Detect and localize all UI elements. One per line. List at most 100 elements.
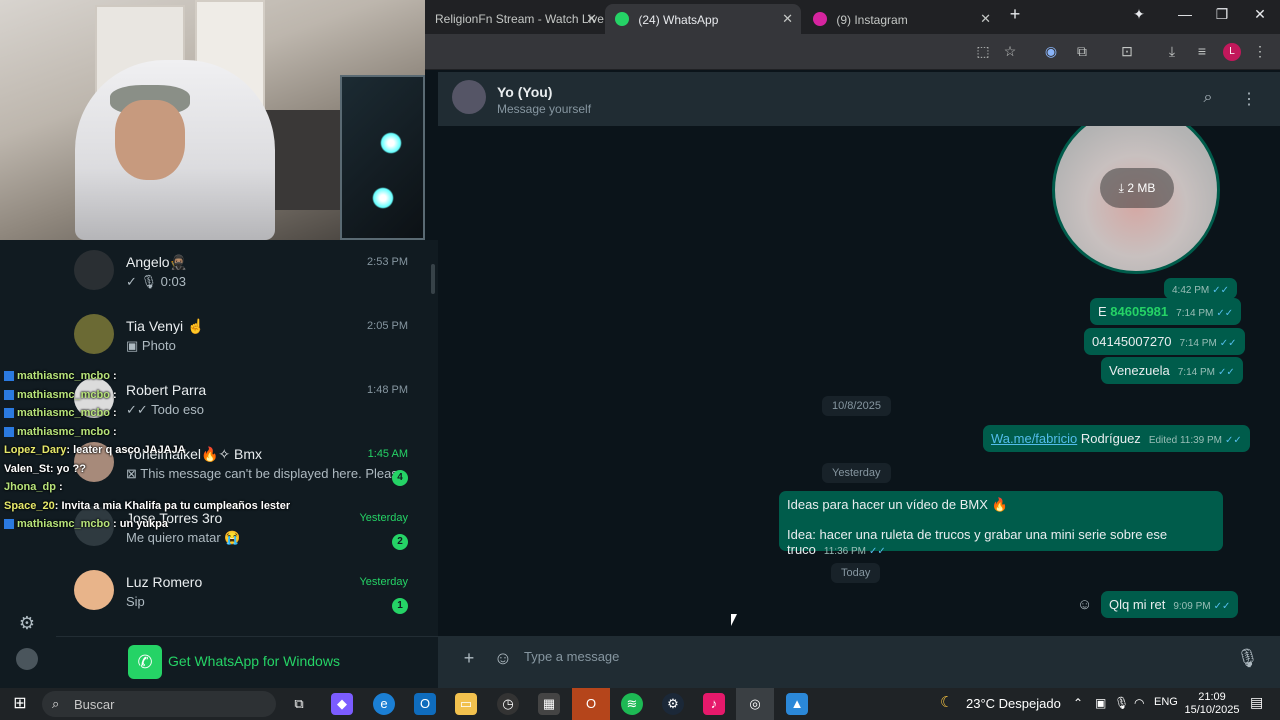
clock-time: 21:09 bbox=[1198, 691, 1226, 703]
avatar[interactable] bbox=[452, 80, 486, 114]
tray-icon[interactable]: ▣ bbox=[1095, 696, 1106, 710]
tab-search-icon[interactable]: ⊡ bbox=[1118, 43, 1136, 61]
message-bubble: Venezuela 7:14 PM ✓✓ bbox=[1101, 357, 1243, 384]
tiktok-icon[interactable]: ♪ bbox=[703, 693, 725, 715]
stream-chat-line: Space_20: Invita a mia Khalifa pa tu cum… bbox=[4, 500, 291, 512]
pc-fan bbox=[372, 187, 394, 209]
date-separator: Yesterday bbox=[822, 463, 891, 483]
settings-gear-icon[interactable]: ⚙ bbox=[16, 613, 38, 635]
more-menu-icon[interactable]: ⋮ bbox=[1239, 89, 1259, 109]
profile-avatar[interactable]: L bbox=[1223, 43, 1241, 61]
close-icon[interactable]: ✕ bbox=[586, 11, 597, 27]
message-link[interactable]: Wa.me/fabricio bbox=[991, 431, 1077, 446]
tab-instagram[interactable]: (9) Instagram ✕ bbox=[803, 4, 999, 34]
windows-start-icon[interactable]: ⊞ bbox=[9, 693, 31, 715]
search-icon: ⌕ bbox=[52, 696, 60, 711]
phone-number-link[interactable]: 84605981 bbox=[1110, 304, 1168, 319]
tab-whatsapp[interactable]: (24) WhatsApp ✕ bbox=[605, 4, 801, 34]
gemini-icon[interactable]: ✦ bbox=[1127, 6, 1151, 23]
read-ticks-icon: ✓✓ bbox=[1225, 435, 1242, 446]
microphone-icon[interactable]: 🎙 bbox=[1114, 696, 1129, 710]
stream-chat-line: mathiasmc_mcbo : bbox=[4, 407, 117, 419]
spotify-icon[interactable]: ≋ bbox=[621, 693, 643, 715]
webcam-overlay bbox=[0, 0, 425, 240]
message-bubble: Ideas para hacer un vídeo de BMX 🔥 Idea:… bbox=[779, 491, 1223, 557]
message-time: 4:42 PM bbox=[1172, 285, 1210, 296]
download-pill[interactable]: ⤓ 2 MB bbox=[1100, 168, 1174, 208]
message-input[interactable]: Type a message bbox=[524, 649, 619, 664]
browser-toolbar: ⬚ ☆ ◉ ⧉ ⊡ ⤓ ≡ L ⋮ bbox=[425, 34, 1280, 70]
minimize-button[interactable]: — bbox=[1173, 6, 1197, 22]
webcam-person-face bbox=[115, 100, 185, 180]
chat-time: 1:45 AM bbox=[367, 448, 408, 460]
new-tab-button[interactable]: + bbox=[1003, 4, 1027, 25]
chat-time: 2:53 PM bbox=[367, 256, 408, 268]
tab-religionfn[interactable]: ReligionFn Stream - Watch Live ✕ bbox=[425, 4, 605, 34]
chat-item-angelo[interactable]: Angelo🥷🏽 ✓ 🎙 0:03 2:53 PM bbox=[56, 240, 426, 304]
stream-chat-line: Lopez_Dary: leater q asco JAJAJA bbox=[4, 444, 186, 456]
extension-badge-icon[interactable]: ◉ bbox=[1042, 43, 1060, 61]
close-icon[interactable]: ✕ bbox=[980, 11, 991, 27]
chat-preview: ✓ 🎙 0:03 bbox=[126, 274, 186, 289]
chat-time: 2:05 PM bbox=[367, 320, 408, 332]
close-window-button[interactable]: ✕ bbox=[1248, 6, 1272, 23]
moon-weather-icon: ☾ bbox=[940, 694, 954, 711]
opera-icon[interactable]: O bbox=[572, 688, 610, 720]
store-icon[interactable]: ▦ bbox=[538, 693, 560, 715]
wifi-icon[interactable]: ◠ bbox=[1134, 696, 1144, 710]
profile-avatar[interactable] bbox=[16, 648, 38, 670]
language-indicator[interactable]: ENG bbox=[1154, 696, 1178, 708]
compose-bar: + ☺ Type a message 🎙 bbox=[438, 636, 1280, 688]
chevron-up-icon[interactable]: ⌃ bbox=[1073, 696, 1083, 710]
bookmark-star-icon[interactable]: ☆ bbox=[1001, 43, 1019, 61]
taskbar-search[interactable]: ⌕ Buscar bbox=[42, 691, 276, 717]
badge-icon bbox=[4, 371, 14, 382]
chat-item-luz-romero[interactable]: Luz Romero Sip Yesterday 1 bbox=[56, 560, 426, 624]
tab-label: ReligionFn Stream - Watch Live bbox=[435, 12, 604, 26]
install-app-icon[interactable]: ⬚ bbox=[974, 43, 992, 61]
clock[interactable]: 21:09 15/10/2025 bbox=[1182, 691, 1242, 717]
notification-icon[interactable]: ▤ bbox=[1250, 694, 1263, 711]
get-whatsapp-link[interactable]: Get WhatsApp for Windows bbox=[168, 653, 340, 669]
media-control-icon[interactable]: ≡ bbox=[1193, 43, 1211, 61]
conversation-header[interactable]: Yo (You) Message yourself ⌕ ⋮ bbox=[438, 72, 1280, 126]
emoji-reaction-icon[interactable]: ☺ bbox=[1077, 596, 1092, 613]
edge-icon[interactable]: e bbox=[373, 693, 395, 715]
get-whatsapp-banner[interactable]: ✆ Get WhatsApp for Windows bbox=[56, 636, 438, 688]
message-time: 9:09 PM bbox=[1173, 601, 1211, 612]
copilot-icon[interactable]: ◆ bbox=[331, 693, 353, 715]
search-icon[interactable]: ⌕ bbox=[1198, 89, 1218, 109]
file-explorer-icon[interactable]: ▭ bbox=[455, 693, 477, 715]
avatar bbox=[74, 250, 114, 290]
microphone-icon[interactable]: 🎙 bbox=[1236, 648, 1259, 670]
chat-item-yohelmaikel[interactable]: Yohelmaikel🔥✧ Bmx ⊠ This message can't b… bbox=[56, 432, 426, 496]
sticker-icon[interactable]: ☺ bbox=[492, 648, 514, 670]
date-separator: Today bbox=[831, 563, 881, 583]
photos-icon[interactable]: ▲ bbox=[786, 693, 808, 715]
message-text: 04145007270 bbox=[1092, 334, 1172, 349]
chat-list-scrollbar[interactable] bbox=[431, 264, 435, 294]
chat-item-tia-venyi[interactable]: Tia Venyi ☝ ▣ Photo 2:05 PM bbox=[56, 304, 426, 368]
message-bubble: E 84605981 7:14 PM ✓✓ bbox=[1090, 298, 1242, 325]
app-icon[interactable]: ◷ bbox=[497, 693, 519, 715]
chat-preview: ▣ Photo bbox=[126, 338, 176, 353]
webcam-pc-case bbox=[340, 75, 425, 240]
more-menu-icon[interactable]: ⋮ bbox=[1251, 43, 1269, 61]
close-icon[interactable]: ✕ bbox=[782, 11, 793, 27]
extensions-icon[interactable]: ⧉ bbox=[1073, 43, 1091, 61]
chrome-icon[interactable]: ◎ bbox=[736, 688, 774, 720]
badge-icon bbox=[4, 519, 14, 530]
download-icon[interactable]: ⤓ bbox=[1163, 43, 1181, 61]
steam-icon[interactable]: ⚙ bbox=[662, 693, 684, 715]
tab-label: (24) WhatsApp bbox=[638, 13, 719, 27]
attach-plus-icon[interactable]: + bbox=[458, 648, 480, 670]
chat-name: Tia Venyi ☝ bbox=[126, 318, 205, 334]
stream-chat-line: Jhona_dp : bbox=[4, 481, 63, 493]
weather-label[interactable]: 23°C Despejado bbox=[966, 696, 1061, 711]
chat-name: Robert Parra bbox=[126, 382, 207, 398]
message-bubble: Qlq mi ret 9:09 PM ✓✓ bbox=[1101, 591, 1239, 618]
clock-date: 15/10/2025 bbox=[1184, 704, 1240, 716]
task-view-icon[interactable]: ⧉ bbox=[288, 693, 310, 715]
maximize-button[interactable]: ❐ bbox=[1210, 6, 1234, 23]
outlook-icon[interactable]: O bbox=[414, 693, 436, 715]
